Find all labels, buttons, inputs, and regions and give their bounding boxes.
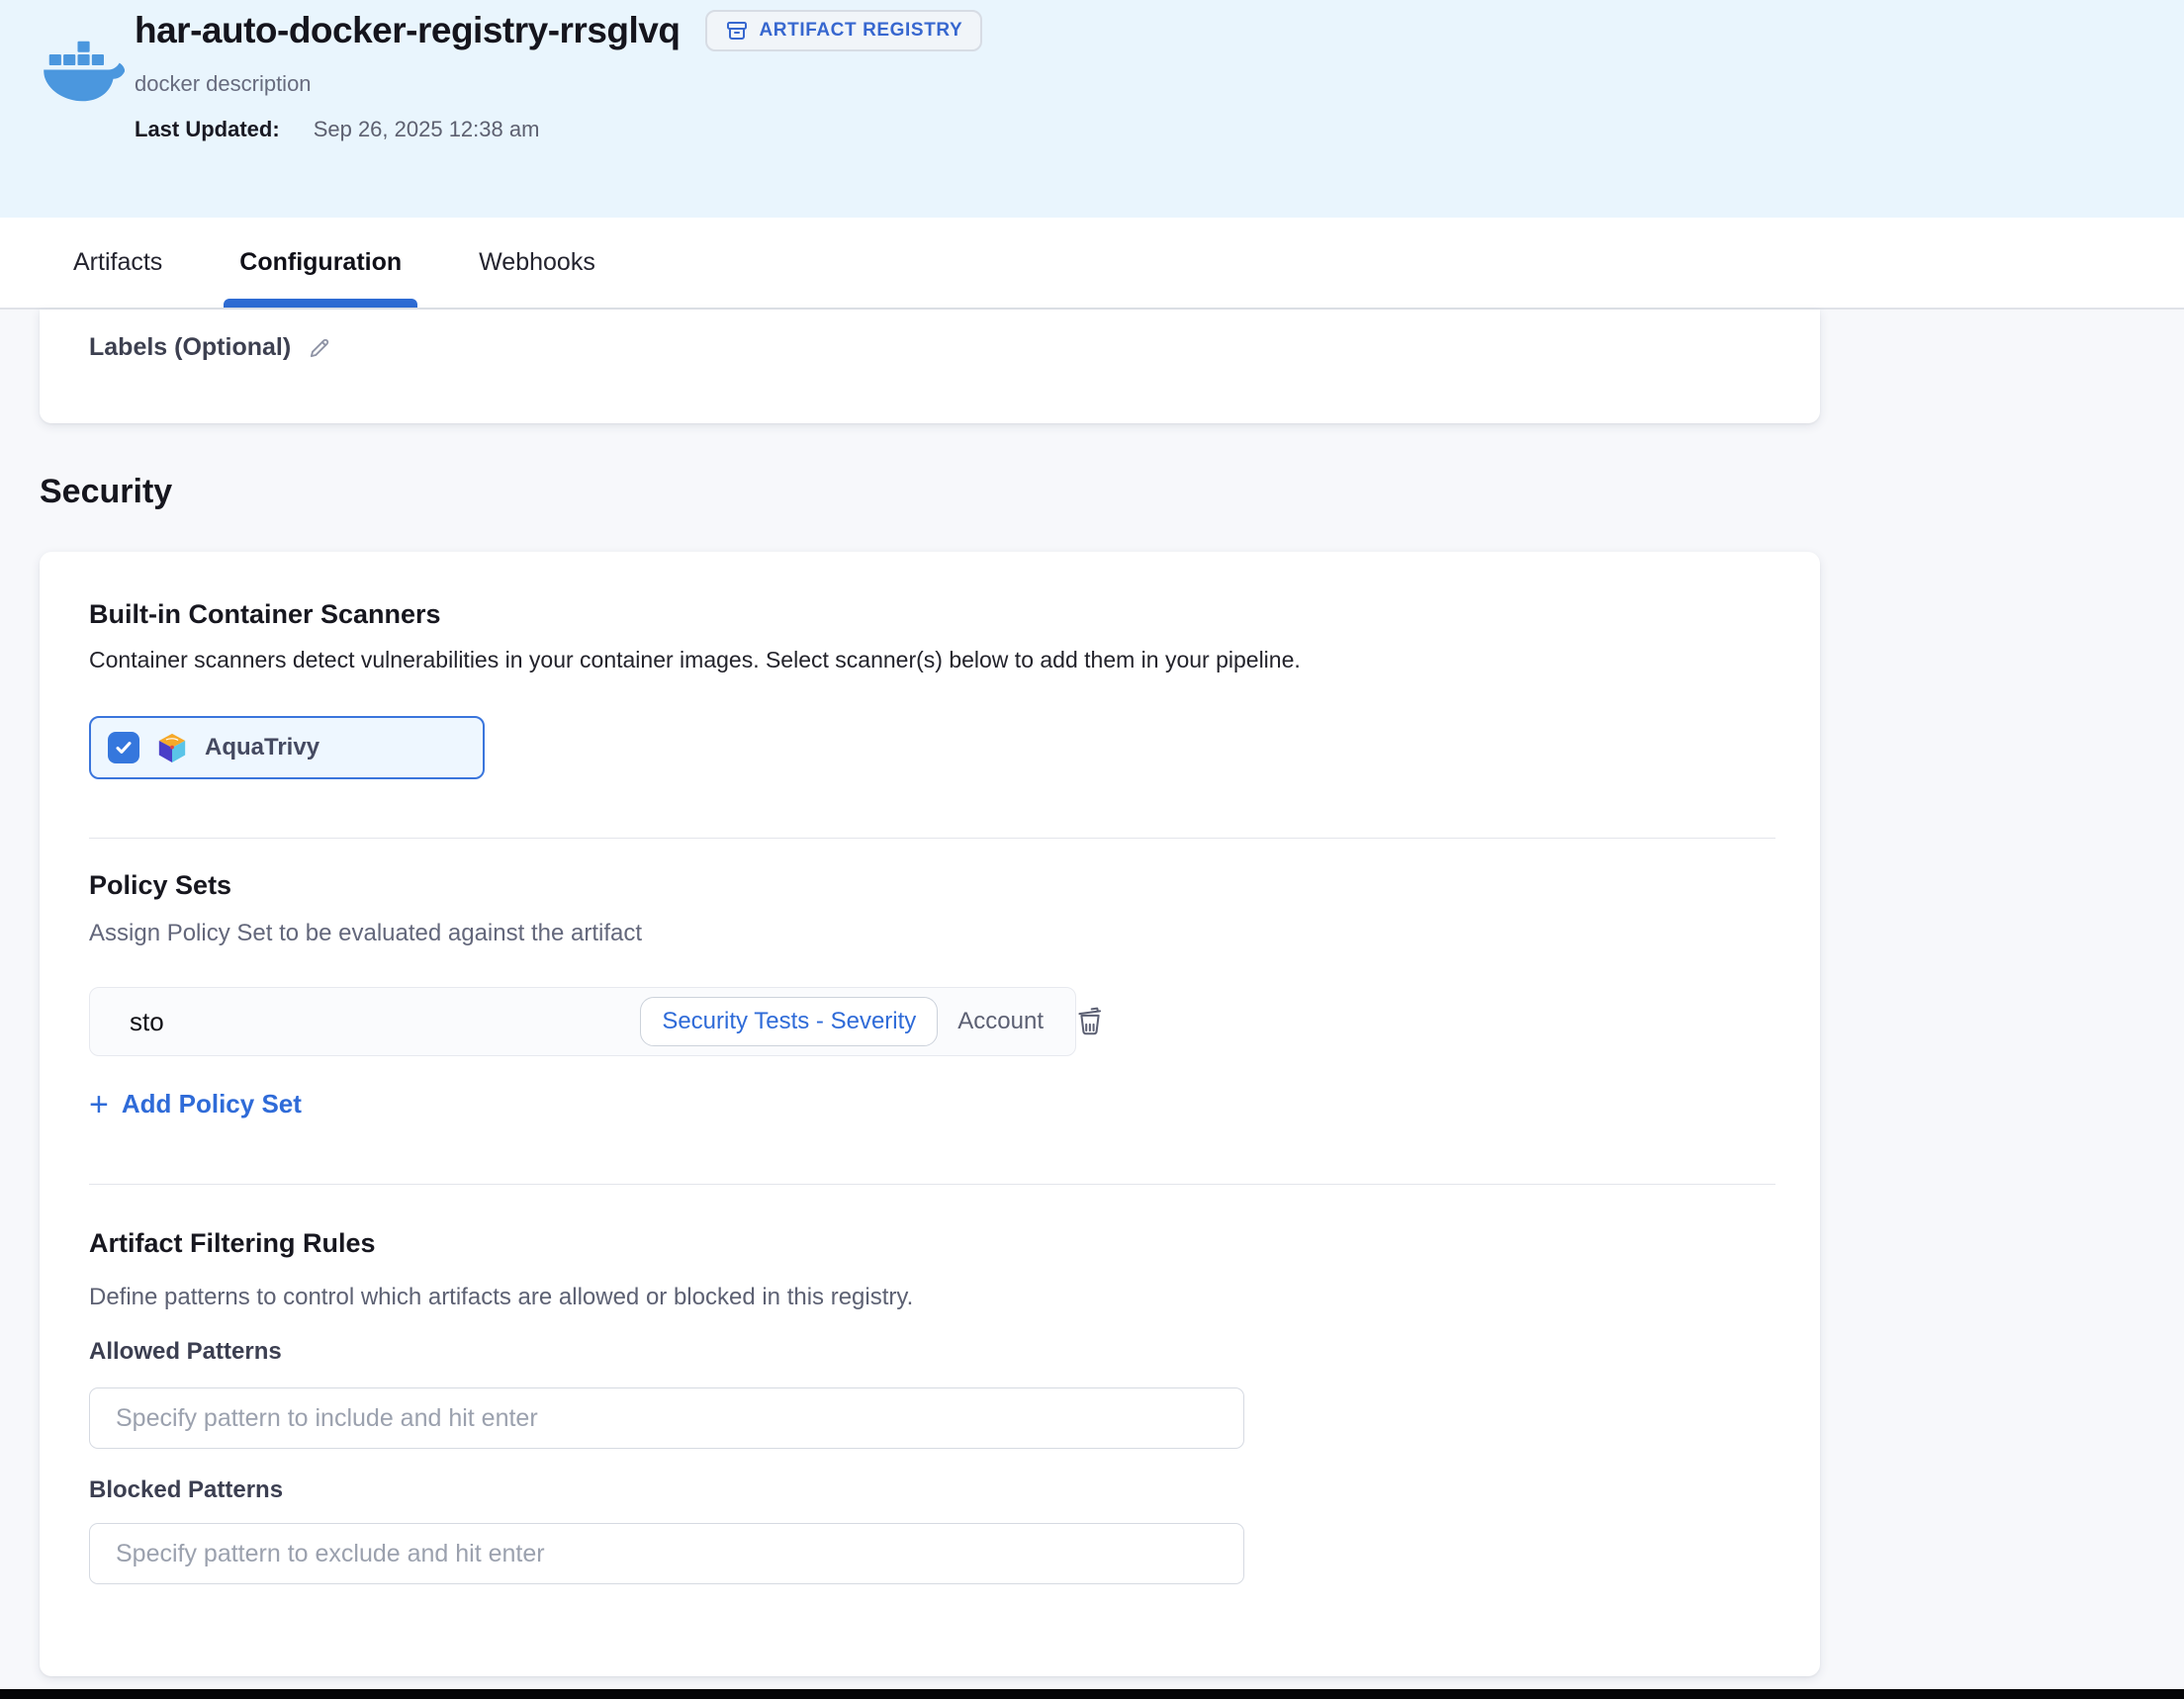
tab-bar: Artifacts Configuration Webhooks: [0, 218, 2184, 310]
blocked-patterns-input[interactable]: [89, 1523, 1244, 1584]
policy-set-chip[interactable]: Security Tests - Severity: [640, 997, 938, 1046]
scanner-label: AquaTrivy: [205, 734, 319, 761]
tab-artifacts[interactable]: Artifacts: [57, 218, 178, 308]
tab-configuration[interactable]: Configuration: [224, 218, 417, 308]
registry-description: docker description: [135, 71, 312, 97]
scanner-option-aquatrivy[interactable]: AquaTrivy: [89, 716, 485, 779]
add-policy-set-button[interactable]: + Add Policy Set: [89, 1089, 302, 1119]
allowed-patterns-label: Allowed Patterns: [89, 1338, 282, 1366]
allowed-patterns-input[interactable]: [89, 1387, 1244, 1449]
artifact-registry-page: har-auto-docker-registry-rrsglvq ARTIFAC…: [0, 0, 2184, 1699]
archive-box-icon: [725, 19, 749, 43]
add-policy-set-label: Add Policy Set: [122, 1089, 302, 1119]
artifact-registry-badge: ARTIFACT REGISTRY: [705, 10, 982, 51]
policy-set-row: Security Tests - Severity Account: [89, 987, 1076, 1056]
tab-webhooks[interactable]: Webhooks: [463, 218, 611, 308]
bottom-edge-bar: [0, 1689, 2184, 1699]
section-divider: [89, 1184, 1775, 1185]
check-icon: [113, 737, 135, 759]
edit-labels-icon[interactable]: [307, 335, 332, 361]
page-title: har-auto-docker-registry-rrsglvq: [135, 10, 680, 51]
plus-icon: +: [89, 1090, 109, 1119]
filtering-rules-description: Define patterns to control which artifac…: [89, 1284, 913, 1311]
blocked-patterns-label: Blocked Patterns: [89, 1476, 283, 1504]
last-updated-label: Last Updated:: [135, 117, 280, 142]
page-header: har-auto-docker-registry-rrsglvq ARTIFAC…: [0, 0, 2184, 218]
security-card: Built-in Container Scanners Container sc…: [40, 552, 1820, 1676]
badge-label: ARTIFACT REGISTRY: [759, 20, 962, 42]
scanners-description: Container scanners detect vulnerabilitie…: [89, 647, 1301, 673]
delete-policy-set-button[interactable]: [1068, 999, 1112, 1044]
last-updated-value: Sep 26, 2025 12:38 am: [314, 117, 540, 142]
aquatrivy-checkbox[interactable]: [108, 732, 139, 763]
policy-sets-description: Assign Policy Set to be evaluated agains…: [89, 920, 642, 947]
policy-sets-title: Policy Sets: [89, 870, 231, 901]
labels-card: Labels (Optional): [40, 310, 1820, 423]
scanners-title: Built-in Container Scanners: [89, 599, 441, 630]
trash-icon: [1072, 1002, 1108, 1039]
security-section-title: Security: [40, 473, 172, 511]
last-updated-row: Last Updated: Sep 26, 2025 12:38 am: [135, 117, 539, 142]
trivy-logo-icon: [156, 732, 188, 763]
policy-set-scope: Account: [957, 1008, 1044, 1035]
docker-logo-icon: [42, 36, 125, 115]
section-divider: [89, 838, 1775, 839]
labels-title: Labels (Optional): [89, 333, 291, 362]
policy-set-search-input[interactable]: [130, 1007, 640, 1037]
filtering-rules-title: Artifact Filtering Rules: [89, 1228, 376, 1259]
